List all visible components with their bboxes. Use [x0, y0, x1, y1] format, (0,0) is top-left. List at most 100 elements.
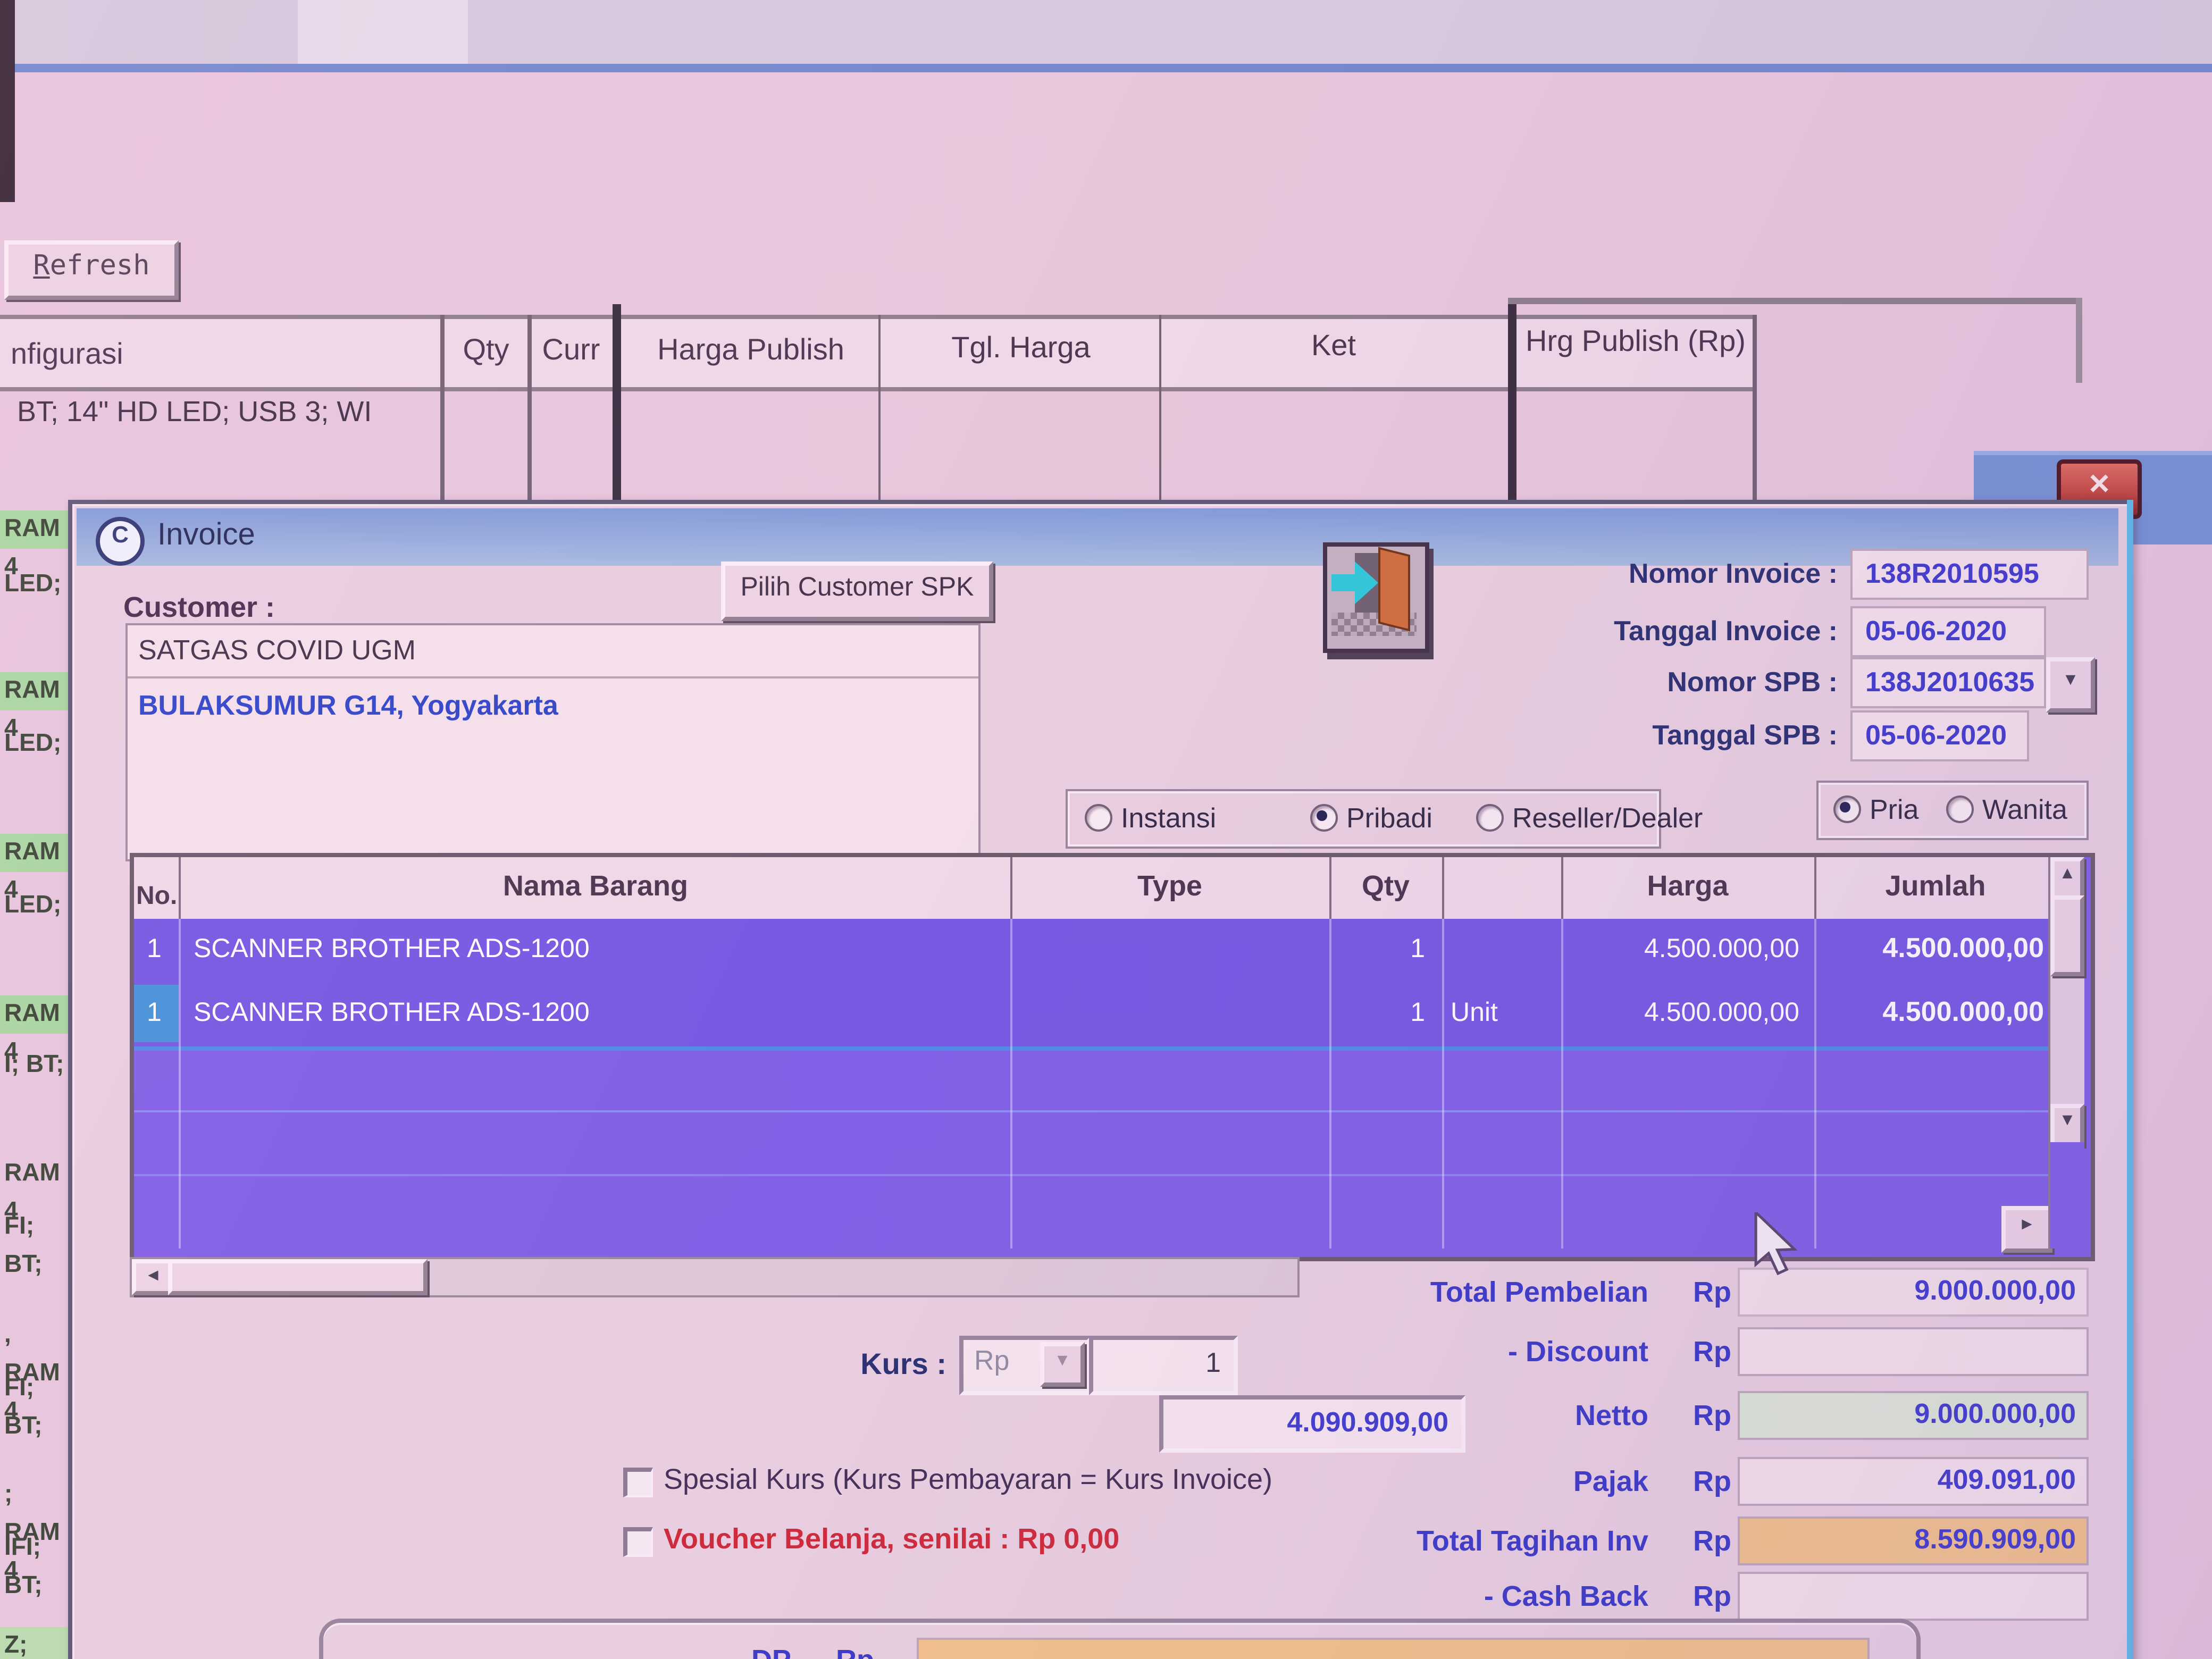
grid-header-jumlah[interactable]: Jumlah: [1814, 870, 2057, 902]
radio-pribadi[interactable]: [1310, 804, 1338, 832]
nomor-spb-field[interactable]: 138J2010635: [1850, 657, 2046, 708]
row-jumlah: 4.500.000,00: [1814, 932, 2044, 963]
vscroll-corner: [2050, 1142, 2084, 1249]
sidebar-item[interactable]: LED;: [0, 887, 70, 925]
bg-table-rightline: [2076, 298, 2082, 383]
arrow-up-icon: ▲: [2055, 861, 2080, 887]
voucher-belanja-checkbox[interactable]: [623, 1527, 653, 1557]
cash-back-cur: Rp: [1680, 1580, 1731, 1612]
sidebar-item[interactable]: LED;: [0, 725, 70, 764]
grid-header-type[interactable]: Type: [1010, 870, 1329, 902]
grid-header: No. Nama Barang Type Qty Harga Jumlah: [134, 857, 2082, 923]
cash-back-field[interactable]: [1738, 1572, 2089, 1621]
radio-reseller-dealer-label[interactable]: Reseller/Dealer: [1512, 802, 1703, 834]
row-sat: Unit: [1451, 998, 1498, 1027]
netto-cur: Rp: [1680, 1400, 1731, 1431]
pajak-field: 409.091,00: [1738, 1457, 2089, 1506]
bg-colline: [878, 315, 881, 500]
grid-header-harga[interactable]: Harga: [1561, 870, 1814, 902]
scroll-up-button[interactable]: ▲: [2050, 857, 2084, 900]
sidebar-item[interactable]: RAM 4: [0, 510, 70, 549]
total-pembelian-cur: Rp: [1680, 1276, 1731, 1308]
tanggal-invoice-field[interactable]: 05-06-2020: [1850, 606, 2046, 657]
radio-reseller-dealer[interactable]: [1476, 804, 1504, 832]
row-harga: 4.500.000,00: [1561, 998, 1799, 1027]
sidebar-item[interactable]: ; RAM 4: [0, 1476, 70, 1514]
arrow-down-icon: ▼: [2055, 1108, 2080, 1134]
cash-back-label: - Cash Back: [1223, 1580, 1648, 1612]
sidebar-item[interactable]: LED;: [0, 566, 70, 604]
exit-button[interactable]: [1323, 542, 1429, 653]
radio-pria-label[interactable]: Pria: [1870, 793, 1919, 825]
customer-address[interactable]: BULAKSUMUR G14, Yogyakarta: [128, 678, 978, 721]
radio-instansi-label[interactable]: Instansi: [1121, 802, 1216, 834]
scroll-down-button[interactable]: ▼: [2050, 1104, 2084, 1146]
dp-field[interactable]: [917, 1638, 1870, 1659]
grid-scroll-right-button[interactable]: ►: [2001, 1206, 2052, 1253]
sidebar-item[interactable]: IFI; BT;: [0, 1529, 70, 1568]
sidebar-item[interactable]: RAM 4: [0, 672, 70, 710]
nomor-invoice-field[interactable]: 138R2010595: [1850, 549, 2089, 600]
exit-arrow-icon: [1331, 574, 1357, 591]
sidebar-item[interactable]: Z; RAM 4: [0, 1627, 70, 1659]
customer-type-group: Instansi Pribadi Reseller/Dealer: [1066, 789, 1661, 849]
dp-group: DP Rp: [319, 1619, 1921, 1659]
table-row[interactable]: 1 SCANNER BROTHER ADS-1200 1 Unit 4.500.…: [134, 983, 2048, 1051]
photo-dark-corner: [0, 0, 15, 202]
customer-name: SATGAS COVID UGM: [128, 625, 978, 666]
grid-header-nama-barang[interactable]: Nama Barang: [181, 870, 1010, 902]
window-border-line: [0, 64, 2212, 72]
discount-label: - Discount: [1223, 1336, 1648, 1368]
tanggal-spb-label: Tanggal SPB :: [1455, 719, 1838, 751]
chevron-down-icon: ▼: [1044, 1346, 1080, 1374]
arrow-right-icon: ►: [2006, 1210, 2048, 1240]
bg-colline: [1753, 315, 1757, 500]
sidebar-item[interactable]: FI; BT;: [0, 1208, 70, 1246]
radio-wanita-label[interactable]: Wanita: [1982, 793, 2067, 825]
bg-row-config: BT; 14" HD LED; USB 3; WI: [17, 396, 372, 428]
pajak-cur: Rp: [1680, 1465, 1731, 1497]
sidebar-item[interactable]: RAM 4: [0, 995, 70, 1034]
discount-cur: Rp: [1680, 1336, 1731, 1368]
total-pembelian-label: Total Pembelian: [1223, 1276, 1648, 1308]
kurs-currency-value: Rp: [963, 1340, 1010, 1376]
customer-name-field[interactable]: SATGAS COVID UGM: [128, 625, 978, 678]
bg-colline: [1159, 315, 1161, 500]
bg-col-harga-publish: Harga Publish: [623, 332, 878, 366]
bg-col-konfigurasi: nfigurasi: [11, 336, 123, 370]
refresh-button[interactable]: Refresh: [4, 240, 179, 300]
tanggal-spb-field[interactable]: 05-06-2020: [1850, 710, 2029, 761]
nomor-spb-dropdown-button[interactable]: ▼: [2046, 657, 2095, 713]
kurs-dropdown-button[interactable]: ▼: [1040, 1342, 1085, 1387]
table-row[interactable]: 1 SCANNER BROTHER ADS-1200 1 4.500.000,0…: [134, 919, 2048, 987]
sidebar-item[interactable]: RAM 4: [0, 1155, 70, 1193]
radio-pria[interactable]: [1833, 795, 1861, 823]
spesial-kurs-label[interactable]: Spesial Kurs (Kurs Pembayaran = Kurs Inv…: [664, 1463, 1272, 1495]
spesial-kurs-checkbox[interactable]: [623, 1468, 653, 1497]
exit-door: [1378, 547, 1410, 632]
bg-colline: [440, 315, 445, 500]
radio-wanita[interactable]: [1946, 795, 1974, 823]
customer-box: SATGAS COVID UGM BULAKSUMUR G14, Yogyaka…: [125, 623, 981, 861]
sidebar-item[interactable]: , RAM 4: [0, 1317, 70, 1355]
hscroll-thumb[interactable]: [168, 1259, 428, 1295]
voucher-belanja-label[interactable]: Voucher Belanja, senilai : Rp 0,00: [664, 1523, 1119, 1555]
discount-field[interactable]: [1738, 1327, 2089, 1376]
kurs-value-field[interactable]: 1: [1089, 1336, 1238, 1395]
grid-header-no[interactable]: No.: [136, 881, 177, 910]
kurs-currency-select[interactable]: Rp ▼: [959, 1336, 1091, 1395]
row-no: 1: [147, 934, 162, 963]
grid-vscrollbar[interactable]: ▲ ▼: [2048, 857, 2084, 1249]
row-harga: 4.500.000,00: [1561, 934, 1799, 963]
vscroll-thumb[interactable]: [2050, 895, 2084, 976]
radio-instansi[interactable]: [1085, 804, 1112, 832]
grid-hscrollbar[interactable]: ◄: [130, 1257, 1300, 1297]
sidebar-item[interactable]: I; BT;: [0, 1046, 70, 1085]
sidebar-item[interactable]: RAM 4: [0, 834, 70, 872]
pilih-customer-spk-button[interactable]: Pilih Customer SPK: [721, 562, 993, 621]
radio-pribadi-label[interactable]: Pribadi: [1346, 802, 1432, 834]
sidebar-item[interactable]: FI; BT;: [0, 1370, 70, 1408]
row-qty: 1: [1329, 998, 1425, 1027]
grid-header-qty[interactable]: Qty: [1329, 870, 1442, 902]
arrow-left-icon: ◄: [136, 1263, 170, 1287]
